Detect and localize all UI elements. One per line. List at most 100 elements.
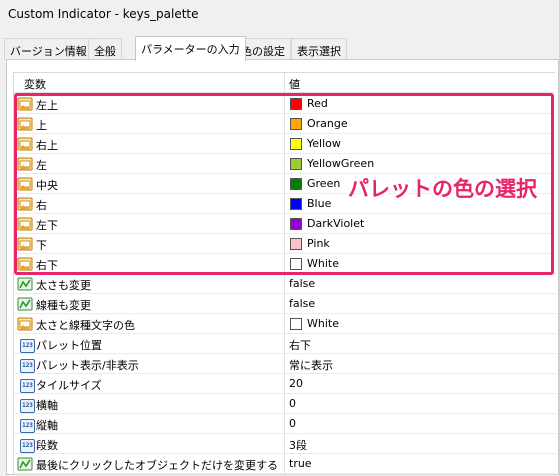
header-value: 値 bbox=[289, 78, 300, 91]
parameter-row[interactable]: 太さと線種文字の色 White bbox=[14, 314, 556, 334]
parameter-name: 太さと線種文字の色 bbox=[36, 319, 135, 332]
title-bar: Custom Indicator - keys_palette bbox=[0, 0, 559, 30]
parameter-value[interactable]: 右下 bbox=[289, 337, 311, 353]
number-badge-icon: 123 bbox=[20, 359, 35, 373]
number-param-icon: 123 bbox=[17, 336, 35, 353]
color-param-icon bbox=[17, 176, 33, 192]
color-swatch[interactable] bbox=[290, 218, 302, 230]
parameter-value[interactable]: Yellow bbox=[307, 137, 341, 150]
parameter-row[interactable]: 123 縦軸 0 bbox=[14, 414, 556, 434]
parameter-row[interactable]: 123 横軸 0 bbox=[14, 394, 556, 414]
color-swatch[interactable] bbox=[290, 98, 302, 110]
bool-param-icon bbox=[17, 296, 33, 312]
color-swatch[interactable] bbox=[290, 258, 302, 270]
color-swatch[interactable] bbox=[290, 158, 302, 170]
parameter-value[interactable]: false bbox=[289, 297, 315, 310]
parameter-name: 横軸 bbox=[36, 399, 58, 412]
parameter-name: 段数 bbox=[36, 439, 58, 452]
color-param-icon bbox=[17, 216, 33, 232]
parameter-row[interactable]: 123 パレット表示/非表示 常に表示 bbox=[14, 354, 556, 374]
parameter-row[interactable]: 上 Orange bbox=[14, 114, 556, 134]
grid-header: 変数 値 bbox=[14, 73, 556, 93]
color-param-icon bbox=[17, 96, 33, 112]
bool-param-icon bbox=[17, 276, 33, 292]
parameter-row[interactable]: 最後にクリックしたオブジェクトだけを変更する true bbox=[14, 454, 556, 474]
number-param-icon: 123 bbox=[17, 376, 35, 393]
number-param-icon: 123 bbox=[17, 436, 35, 453]
color-swatch[interactable] bbox=[290, 318, 302, 330]
parameter-value[interactable]: Pink bbox=[307, 237, 330, 250]
tab-general[interactable]: 全般 bbox=[88, 38, 122, 60]
color-swatch[interactable] bbox=[290, 138, 302, 150]
color-param-icon bbox=[17, 256, 33, 272]
parameter-row[interactable]: 下 Pink bbox=[14, 234, 556, 254]
parameter-row[interactable]: 左上 Red bbox=[14, 94, 556, 114]
number-badge-icon: 123 bbox=[20, 339, 35, 353]
color-swatch[interactable] bbox=[290, 118, 302, 130]
parameter-name: タイルサイズ bbox=[36, 379, 102, 392]
parameter-row[interactable]: 左下 DarkViolet bbox=[14, 214, 556, 234]
color-swatch[interactable] bbox=[290, 178, 302, 190]
parameter-row[interactable]: 123 パレット位置 右下 bbox=[14, 334, 556, 354]
number-badge-icon: 123 bbox=[20, 399, 35, 413]
number-param-icon: 123 bbox=[17, 396, 35, 413]
parameter-value[interactable]: White bbox=[307, 317, 339, 330]
number-badge-icon: 123 bbox=[20, 439, 35, 453]
number-badge-icon: 123 bbox=[20, 419, 35, 433]
parameter-name: 線種も変更 bbox=[36, 299, 91, 312]
parameter-name: 下 bbox=[36, 239, 47, 252]
tab-parameters[interactable]: パラメーターの入力 bbox=[135, 36, 246, 61]
parameter-name: 縦軸 bbox=[36, 419, 58, 432]
color-param-icon bbox=[17, 136, 33, 152]
parameter-value[interactable]: YellowGreen bbox=[307, 157, 374, 170]
color-param-icon bbox=[17, 116, 33, 132]
color-param-icon bbox=[17, 316, 33, 332]
parameter-name: 中央 bbox=[36, 179, 58, 192]
parameter-row[interactable]: 左 YellowGreen bbox=[14, 154, 556, 174]
tab-version-info[interactable]: バージョン情報 bbox=[4, 38, 93, 60]
tab-bar: バージョン情報 全般 パラメーターの入力 色の設定 表示選択 bbox=[0, 36, 559, 61]
color-swatch[interactable] bbox=[290, 198, 302, 210]
parameter-row[interactable]: 太さも変更 false bbox=[14, 274, 556, 294]
parameter-row[interactable]: 123 タイルサイズ 20 bbox=[14, 374, 556, 394]
number-param-icon: 123 bbox=[17, 356, 35, 373]
window-title: Custom Indicator - keys_palette bbox=[8, 7, 199, 21]
parameter-name: 上 bbox=[36, 119, 47, 132]
parameter-name: 右下 bbox=[36, 259, 58, 272]
parameter-name: 右上 bbox=[36, 139, 58, 152]
color-param-icon bbox=[17, 236, 33, 252]
parameter-row[interactable]: 123 段数 3段 bbox=[14, 434, 556, 454]
parameter-name: 右 bbox=[36, 199, 47, 212]
parameter-value[interactable]: White bbox=[307, 257, 339, 270]
parameter-grid: 変数 値 左上 Red 上 Orange 右上 Yellow 左 YellowGreen 中央 G… bbox=[13, 72, 556, 476]
parameter-name: 左下 bbox=[36, 219, 58, 232]
tab-visualization[interactable]: 表示選択 bbox=[291, 38, 347, 60]
parameter-row[interactable]: 線種も変更 false bbox=[14, 294, 556, 314]
parameter-value[interactable]: 常に表示 bbox=[289, 357, 333, 373]
bool-param-icon bbox=[17, 456, 33, 472]
color-param-icon bbox=[17, 156, 33, 172]
number-badge-icon: 123 bbox=[20, 379, 35, 393]
parameter-value[interactable]: 0 bbox=[289, 397, 296, 410]
number-param-icon: 123 bbox=[17, 416, 35, 433]
parameter-value[interactable]: 0 bbox=[289, 417, 296, 430]
color-swatch[interactable] bbox=[290, 238, 302, 250]
parameter-value[interactable]: true bbox=[289, 457, 312, 470]
parameter-value[interactable]: 3段 bbox=[289, 437, 307, 453]
parameter-value[interactable]: 20 bbox=[289, 377, 303, 390]
parameter-value[interactable]: Blue bbox=[307, 197, 331, 210]
annotation-label: パレットの色の選択 bbox=[348, 177, 537, 201]
parameter-value[interactable]: Red bbox=[307, 97, 328, 110]
color-param-icon bbox=[17, 196, 33, 212]
parameter-name: パレット位置 bbox=[36, 339, 102, 352]
parameter-name: パレット表示/非表示 bbox=[36, 359, 139, 372]
parameter-value[interactable]: DarkViolet bbox=[307, 217, 364, 230]
parameter-value[interactable]: Green bbox=[307, 177, 340, 190]
parameter-value[interactable]: Orange bbox=[307, 117, 348, 130]
parameter-name: 左上 bbox=[36, 99, 58, 112]
header-variable: 変数 bbox=[24, 78, 46, 91]
parameter-value[interactable]: false bbox=[289, 277, 315, 290]
parameter-row[interactable]: 右上 Yellow bbox=[14, 134, 556, 154]
parameter-name: 太さも変更 bbox=[36, 279, 91, 292]
parameter-row[interactable]: 右下 White bbox=[14, 254, 556, 274]
